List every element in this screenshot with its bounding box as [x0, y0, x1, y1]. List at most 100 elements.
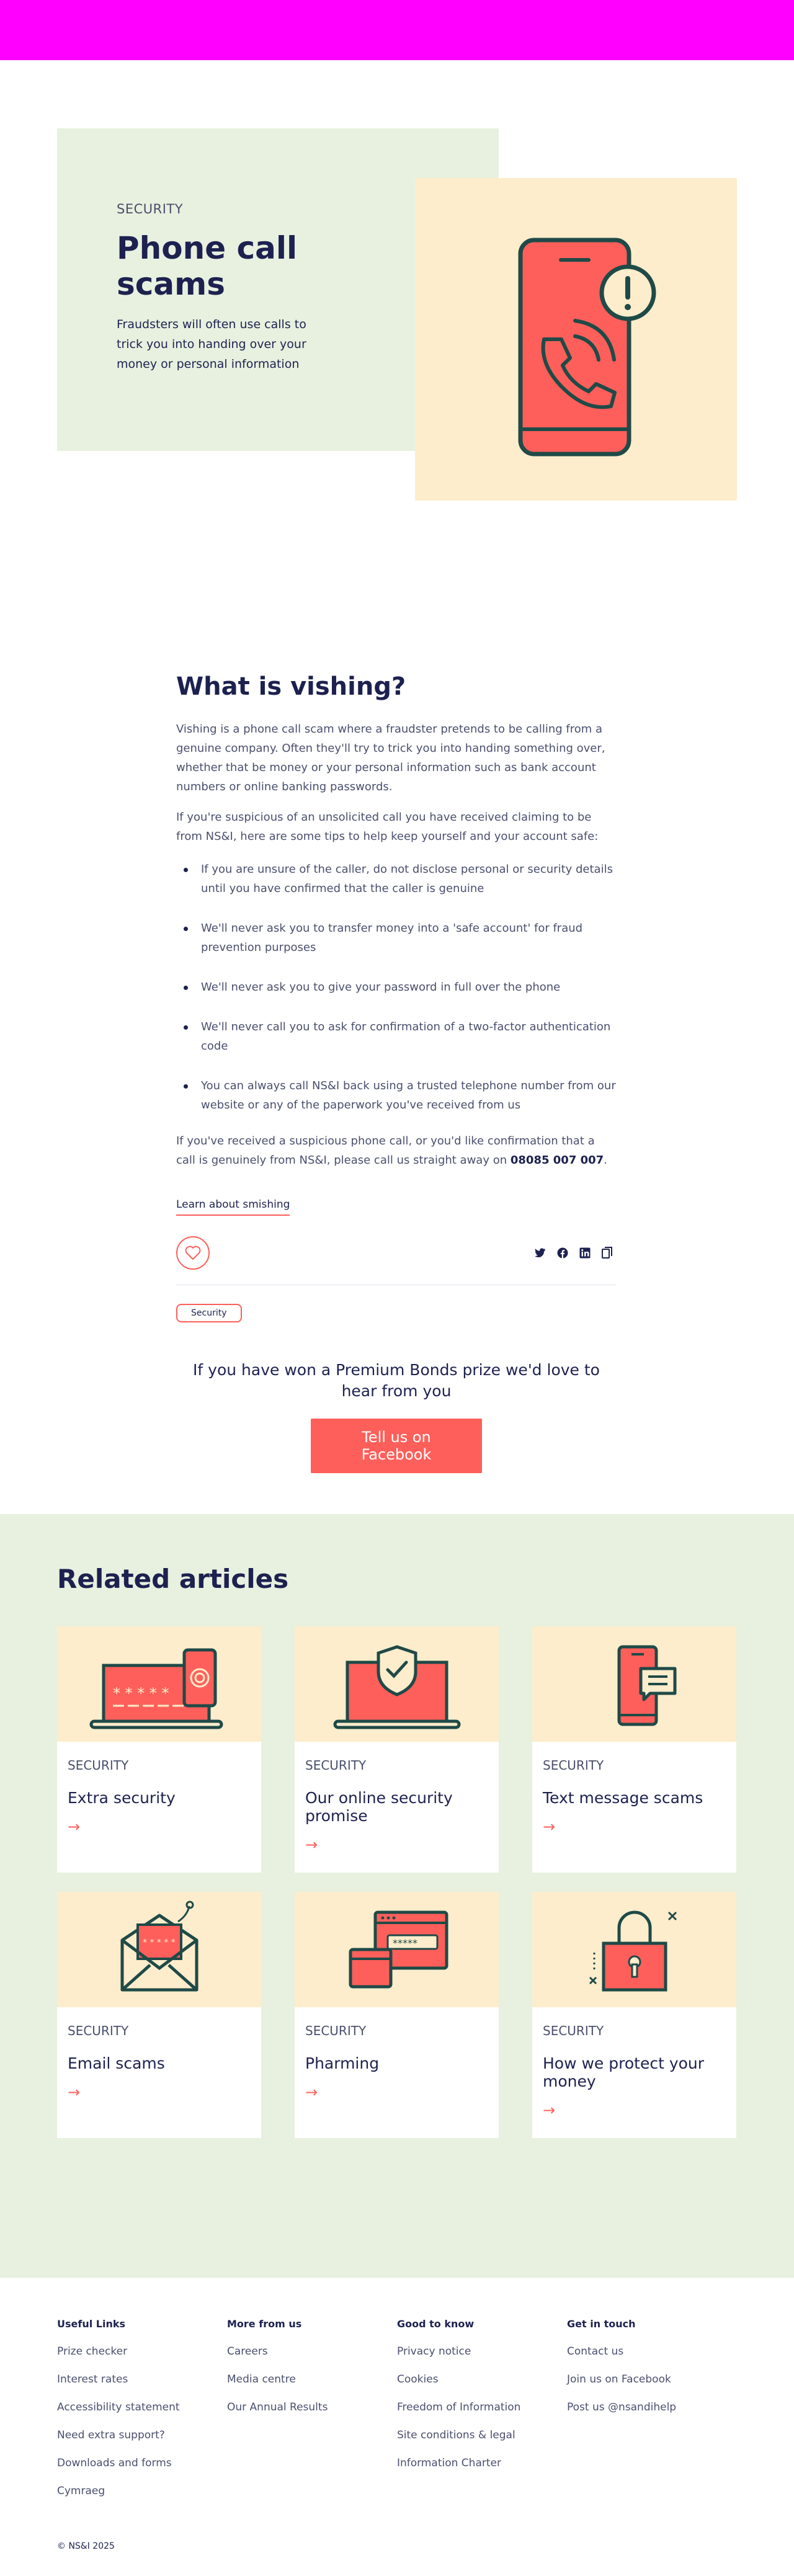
arrow-right-icon: → — [68, 2084, 81, 2101]
related-card[interactable]: * * * * * SECURITY Extra security → — [57, 1626, 261, 1873]
card-eyebrow: SECURITY — [305, 1758, 367, 1773]
card-title: Text message scams — [543, 1789, 703, 1807]
cta-text: If you have won a Premium Bonds prize we… — [193, 1361, 600, 1400]
hero-text: SECURITY Phone call scams Fraudsters wil… — [117, 202, 321, 374]
share-row — [176, 1233, 617, 1285]
card-body: SECURITY Text message scams → — [532, 1742, 736, 1852]
related-card[interactable]: * * * * * SECURITY Email scams → — [57, 1892, 261, 2138]
card-eyebrow: SECURITY — [543, 2023, 604, 2038]
footer-link[interactable]: Cookies — [397, 2373, 567, 2386]
facebook-icon[interactable] — [556, 1246, 569, 1260]
heart-icon — [185, 1246, 201, 1260]
arrow-right-icon: → — [543, 1818, 556, 1835]
hero-illustration — [415, 178, 737, 501]
tip-item: We'll never ask you to transfer money in… — [176, 919, 617, 957]
related-cards: * * * * * SECURITY Extra security → SECU… — [57, 1626, 737, 2138]
phone-warning-icon — [518, 238, 656, 457]
footer: Useful Links Prize checker Interest rate… — [0, 2278, 794, 2576]
top-banner — [0, 0, 794, 60]
linkedin-icon[interactable] — [578, 1246, 592, 1260]
padlock-icon — [589, 1910, 677, 1992]
footer-link[interactable]: Downloads and forms — [57, 2456, 227, 2470]
twitter-icon[interactable] — [533, 1246, 547, 1260]
footer-link[interactable]: Prize checker — [57, 2345, 227, 2358]
related-card[interactable]: SECURITY Our online security promise → — [295, 1626, 499, 1873]
card-title: Extra security — [68, 1789, 176, 1807]
article-suspicious: If you're suspicious of an unsolicited c… — [176, 811, 599, 843]
footer-link[interactable]: Interest rates — [57, 2373, 227, 2386]
page-title: Phone call scams — [117, 230, 298, 302]
card-body: SECURITY Extra security → — [57, 1742, 261, 1852]
card-image: ***** — [295, 1892, 499, 2007]
footer-link[interactable]: Information Charter — [397, 2456, 567, 2470]
laptop-shield-icon — [333, 1645, 460, 1729]
footer-link[interactable]: Our Annual Results — [227, 2400, 397, 2414]
footer-link[interactable]: Freedom of Information — [397, 2400, 567, 2414]
hero: SECURITY Phone call scams Fraudsters wil… — [0, 60, 794, 550]
article-intro: Vishing is a phone call scam where a fra… — [176, 723, 605, 793]
footer-link[interactable]: Media centre — [227, 2373, 397, 2386]
card-title: How we protect your money — [543, 2054, 705, 2090]
card-image — [532, 1626, 736, 1742]
phone-number: 08085 007 007 — [510, 1154, 604, 1167]
tag-security[interactable]: Security — [176, 1304, 242, 1322]
footer-link[interactable]: Cymraeg — [57, 2484, 227, 2498]
copy-icon[interactable] — [600, 1246, 614, 1260]
card-body: SECURITY Pharming → — [295, 2007, 499, 2117]
related-card[interactable]: SECURITY Text message scams → — [532, 1626, 736, 1873]
footer-col-get-in-touch: Get in touch Contact us Join us on Faceb… — [567, 2318, 737, 2512]
footer-heading: More from us — [227, 2318, 302, 2330]
footer-link[interactable]: Post us @nsandihelp — [567, 2400, 737, 2414]
footer-heading: Useful Links — [57, 2318, 126, 2330]
phone-message-icon — [617, 1645, 676, 1726]
card-image — [295, 1626, 499, 1742]
svg-text:* * * * *: * * * * * — [143, 1938, 176, 1948]
envelope-hook-icon: * * * * * — [120, 1901, 198, 1992]
arrow-right-icon: → — [305, 2084, 318, 2101]
footer-link[interactable]: Careers — [227, 2345, 397, 2358]
card-body: SECURITY How we protect your money → — [532, 2007, 736, 2135]
footer-link[interactable]: Privacy notice — [397, 2345, 567, 2358]
tell-us-facebook-button[interactable]: Tell us on Facebook — [311, 1419, 482, 1473]
card-body: SECURITY Our online security promise → — [295, 1742, 499, 1870]
related-title: Related articles — [57, 1564, 289, 1594]
footer-link[interactable]: Contact us — [567, 2345, 737, 2358]
card-image: * * * * * — [57, 1626, 261, 1742]
footer-link[interactable]: Accessibility statement — [57, 2400, 227, 2414]
arrow-right-icon: → — [305, 1836, 318, 1853]
svg-text:*****: ***** — [393, 1937, 417, 1949]
like-button[interactable] — [176, 1236, 210, 1270]
card-body: SECURITY Email scams → — [57, 2007, 261, 2117]
footer-link[interactable]: Site conditions & legal — [397, 2428, 567, 2442]
card-title: Email scams — [68, 2054, 165, 2072]
card-image — [532, 1892, 736, 2007]
tip-item: We'll never call you to ask for confirma… — [176, 1017, 617, 1056]
copyright: © NS&I 2025 — [57, 2541, 115, 2551]
article-heading: What is vishing? — [176, 672, 406, 701]
card-eyebrow: SECURITY — [68, 1758, 129, 1773]
card-eyebrow: SECURITY — [68, 2023, 129, 2038]
card-title: Pharming — [305, 2054, 380, 2072]
article-closing: If you've received a suspicious phone ca… — [176, 1131, 617, 1170]
related-card[interactable]: SECURITY How we protect your money → — [532, 1892, 736, 2138]
tip-item: We'll never ask you to give your passwor… — [176, 978, 617, 997]
footer-columns: Useful Links Prize checker Interest rate… — [57, 2318, 737, 2512]
card-eyebrow: SECURITY — [305, 2023, 367, 2038]
hero-eyebrow: SECURITY — [117, 202, 184, 216]
footer-col-useful-links: Useful Links Prize checker Interest rate… — [57, 2318, 227, 2512]
footer-col-more-from-us: More from us Careers Media centre Our An… — [227, 2318, 397, 2512]
smishing-link[interactable]: Learn about smishing — [176, 1198, 290, 1216]
article: What is vishing? Vishing is a phone call… — [176, 550, 617, 1514]
hero-description: Fraudsters will often use calls to trick… — [117, 318, 306, 371]
laptop-fingerprint-icon: * * * * * — [89, 1648, 223, 1729]
arrow-right-icon: → — [543, 2101, 556, 2119]
facebook-cta: If you have won a Premium Bonds prize we… — [176, 1360, 617, 1514]
share-icons — [533, 1246, 614, 1260]
footer-link[interactable]: Need extra support? — [57, 2428, 227, 2442]
related-articles: Related articles * * * * * SECURITY Extr… — [0, 1514, 794, 2278]
footer-link[interactable]: Join us on Facebook — [567, 2373, 737, 2386]
browser-password-icon: ***** — [349, 1910, 448, 1989]
tip-item: You can always call NS&I back using a tr… — [176, 1076, 617, 1115]
svg-text:* * * * *: * * * * * — [113, 1685, 169, 1702]
related-card[interactable]: ***** SECURITY Pharming → — [295, 1892, 499, 2138]
